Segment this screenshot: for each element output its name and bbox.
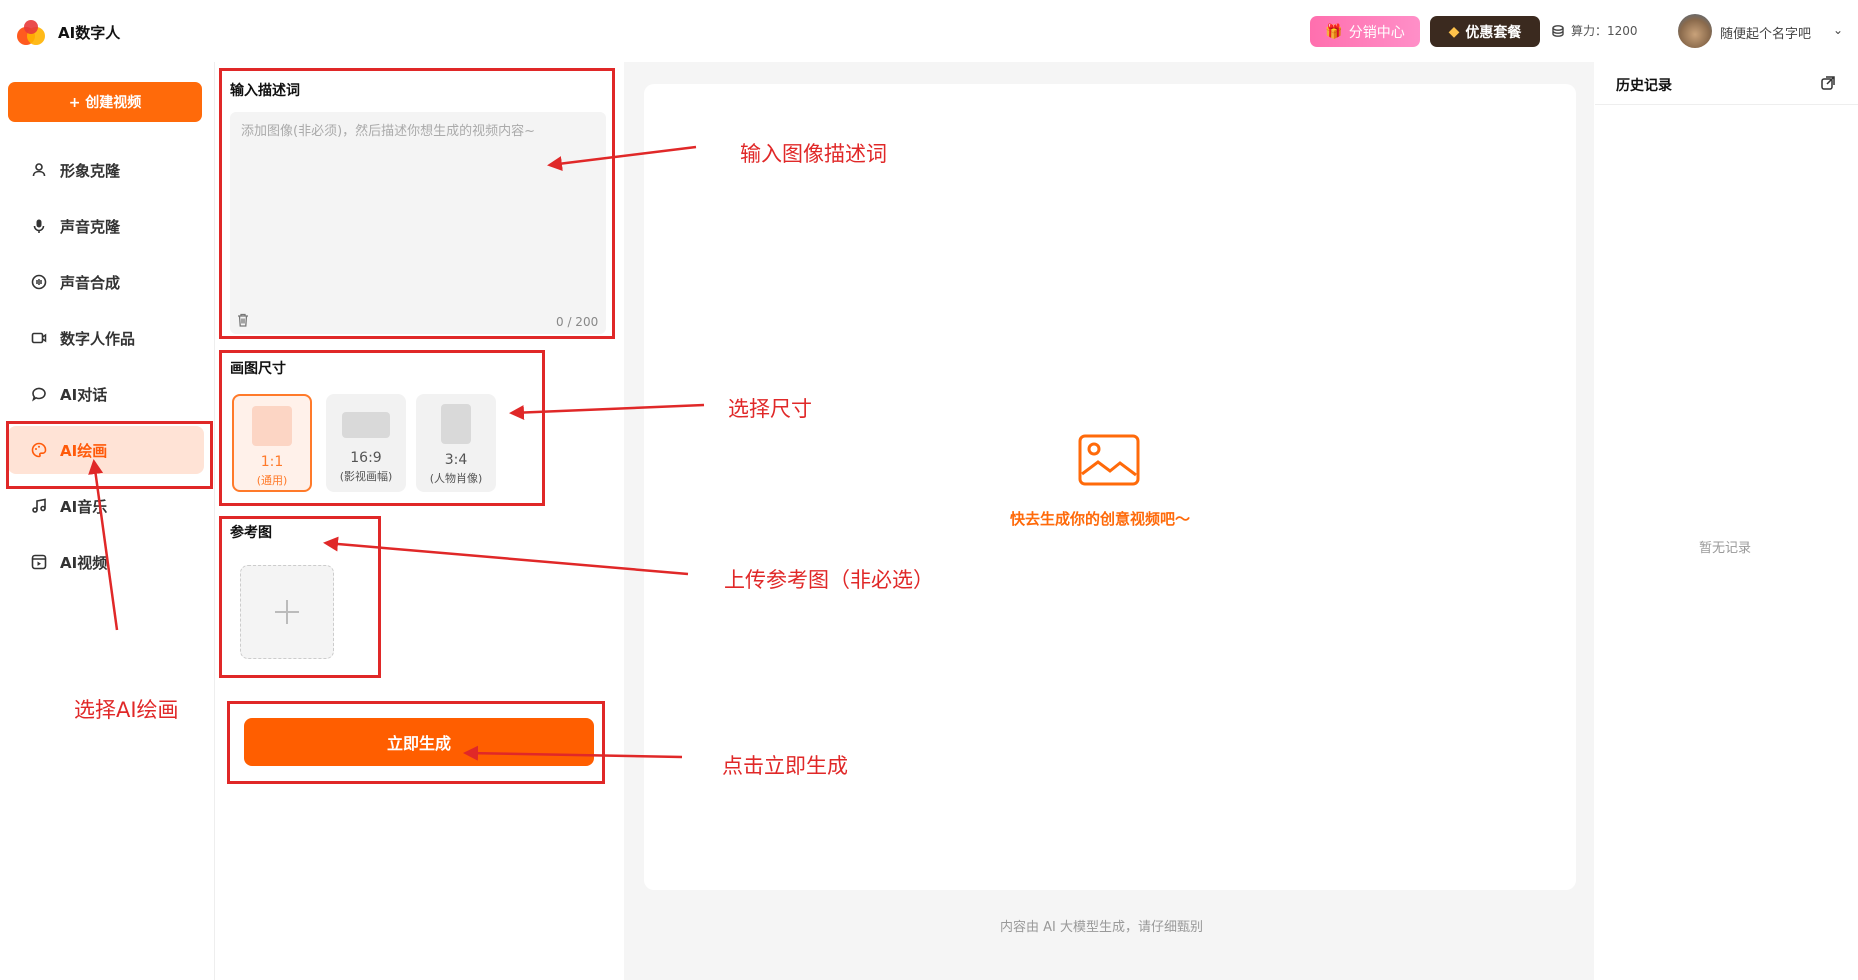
arrow-prompt [547,145,697,171]
annotation-reference: 上传参考图（非必选） [724,568,934,592]
annotation-arrows [88,145,705,761]
arrow-generate [463,745,683,761]
annotation-generate: 点击立即生成 [722,754,848,778]
arrow-reference [323,536,689,576]
arrow-sidebar [88,459,119,631]
annotation-prompt: 输入图像描述词 [740,142,887,166]
arrow-size [509,403,705,420]
annotation-size: 选择尺寸 [728,397,812,421]
annotation-select-ai-paint: 选择AI绘画 [74,698,179,722]
